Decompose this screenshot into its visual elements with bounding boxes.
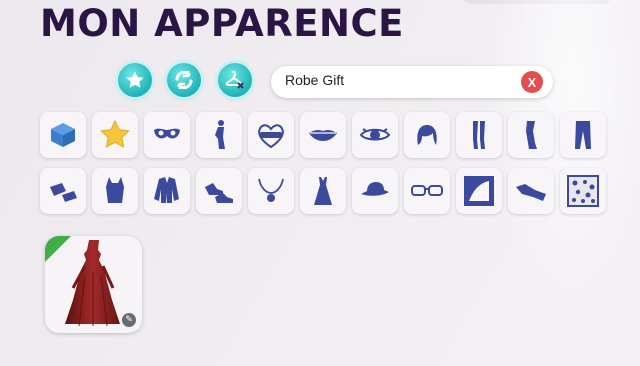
category-gloves[interactable]	[40, 168, 86, 214]
category-backgrounds[interactable]	[456, 168, 502, 214]
search-field[interactable]: Robe Gift X	[271, 66, 553, 98]
star-icon	[100, 119, 130, 148]
tattoo-icon	[258, 124, 284, 149]
body-icon	[215, 120, 225, 149]
category-scarves[interactable]	[508, 168, 554, 214]
category-eyes[interactable]	[352, 112, 398, 158]
top-icon	[106, 177, 124, 203]
category-row-1	[40, 112, 606, 158]
shoes-icon	[205, 183, 233, 203]
category-leg[interactable]	[508, 112, 554, 158]
category-body[interactable]	[196, 112, 242, 158]
category-tops[interactable]	[92, 168, 138, 214]
scarf-icon	[516, 184, 546, 201]
refresh-filter-button[interactable]	[167, 63, 201, 97]
category-lips[interactable]	[300, 112, 346, 158]
category-hair[interactable]	[404, 112, 450, 158]
lips-icon	[309, 129, 337, 141]
category-necklaces[interactable]	[248, 168, 294, 214]
category-row-2	[40, 168, 606, 214]
hanger-remove-icon	[225, 70, 244, 89]
category-dresses[interactable]	[300, 168, 346, 214]
leg-icon	[526, 121, 537, 149]
category-grid	[40, 112, 606, 224]
frame-icon	[464, 176, 494, 206]
glasses-icon	[411, 185, 443, 196]
refresh-icon	[175, 70, 193, 90]
hat-icon	[361, 182, 389, 196]
clear-search-button[interactable]: X	[521, 71, 543, 93]
category-eye-mask[interactable]	[144, 112, 190, 158]
red-gown-item[interactable]: ✎	[45, 236, 142, 333]
star-icon	[126, 71, 144, 88]
search-input[interactable]: Robe Gift	[285, 72, 344, 88]
dress-icon	[314, 177, 332, 205]
category-shoes[interactable]	[196, 168, 242, 214]
category-patterns[interactable]	[560, 168, 606, 214]
favorites-filter-button[interactable]	[118, 63, 152, 97]
eye-mask-icon	[154, 128, 180, 139]
edit-badge-icon[interactable]: ✎	[122, 313, 136, 327]
pattern-icon	[567, 175, 599, 207]
page-title: MON APPARENCE	[40, 2, 404, 45]
eye-icon	[359, 128, 391, 141]
category-legs[interactable]	[456, 112, 502, 158]
category-jackets[interactable]	[144, 168, 190, 214]
gloves-icon	[50, 183, 77, 202]
legs-icon	[473, 121, 485, 149]
hair-icon	[417, 125, 437, 145]
jacket-icon	[154, 177, 179, 203]
category-pants[interactable]	[560, 112, 606, 158]
remove-filter-button[interactable]	[218, 63, 252, 97]
category-hats[interactable]	[352, 168, 398, 214]
box-icon	[51, 123, 75, 147]
necklace-icon	[258, 178, 284, 202]
category-items[interactable]	[40, 112, 86, 158]
category-tattoo[interactable]	[248, 112, 294, 158]
category-favorites[interactable]	[92, 112, 138, 158]
pants-icon	[575, 121, 591, 149]
category-glasses[interactable]	[404, 168, 450, 214]
